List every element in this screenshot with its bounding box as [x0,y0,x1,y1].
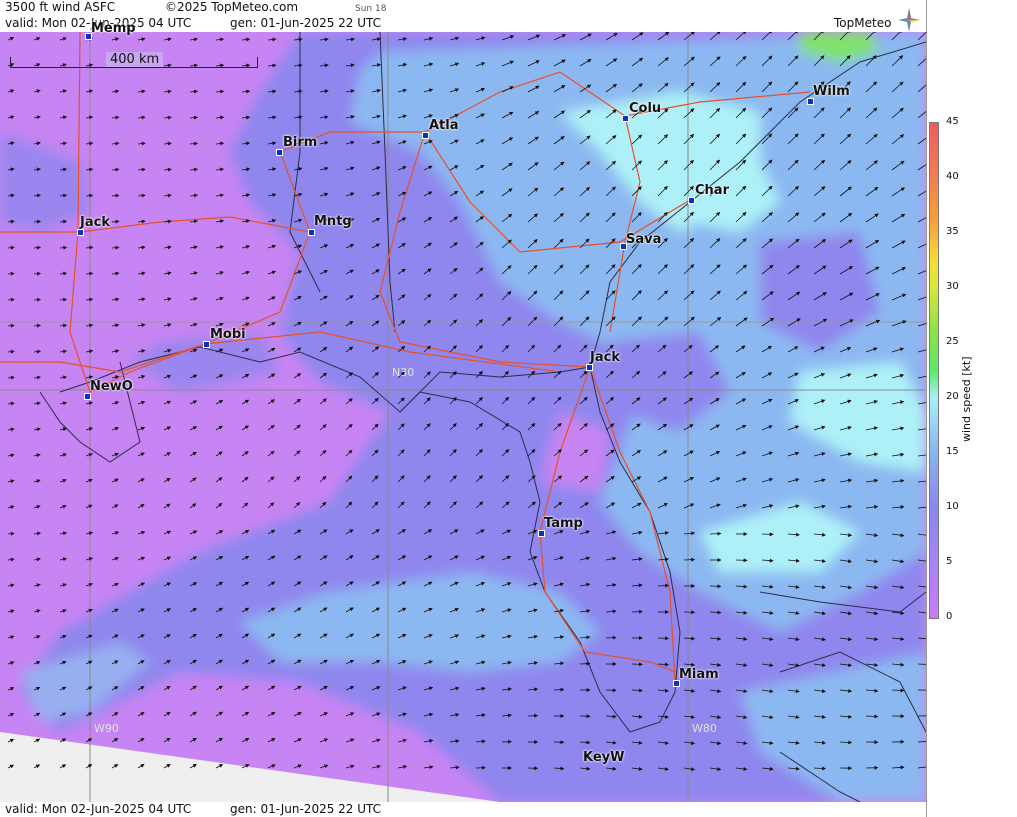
product-title: 3500 ft wind ASFC [5,0,116,14]
color-scale-bar [929,122,939,619]
compass-star-icon [898,8,920,32]
legend-unit-label: wind speed [kt] [960,356,973,443]
city-marker [77,229,84,236]
city-atla[interactable]: Atla [429,118,459,133]
city-tamp[interactable]: Tamp [544,516,583,531]
city-marker [538,530,545,537]
logo-text: TopMeteo [834,16,892,30]
lon-label-w80: W80 [692,722,717,735]
legend-tick: 20 [946,391,959,402]
legend-tick: 40 [946,171,959,182]
wind-arrow [657,583,670,588]
gen-time: gen: 01-Jun-2025 22 UTC [230,16,382,30]
wind-arrow [631,609,643,614]
city-marker [84,393,91,400]
sun-label: Sun 18 [355,4,387,14]
city-marker [622,115,629,122]
city-keyw[interactable]: KeyW [583,750,624,765]
footer-gen-time: gen: 01-Jun-2025 22 UTC [230,802,382,816]
city-jack-ms[interactable]: Jack [80,215,110,230]
wind-arrow [553,687,565,692]
scale-bar-label: 400 km [106,52,164,67]
legend-tick: 35 [946,226,959,237]
city-jack-fl[interactable]: Jack [590,350,620,365]
legend-tick: 0 [946,611,953,622]
legend-tick: 5 [946,556,953,567]
city-sava[interactable]: Sava [626,232,661,247]
footer-bar: valid: Mon 02-Jun-2025 04 UTC gen: 01-Ju… [0,802,926,817]
city-marker [203,341,210,348]
wind-arrow [709,531,722,536]
city-newo[interactable]: NewO [90,379,133,394]
city-marker [807,98,814,105]
wind-arrow [605,635,617,640]
legend-tick: 25 [946,336,959,347]
city-mntg[interactable]: Mntg [314,214,352,229]
legend-tick: 45 [946,116,959,127]
wind-arrow [579,661,591,666]
legend-tick: 30 [946,281,959,292]
city-marker [276,149,283,156]
city-memp[interactable]: Memp [91,21,136,36]
city-birm[interactable]: Birm [283,135,317,150]
city-marker [308,229,315,236]
copyright-text: ©2025 TopMeteo.com [165,0,299,14]
city-marker [688,197,695,204]
lon-label-w90: W90 [94,722,119,735]
legend-tick: 10 [946,501,959,512]
city-char[interactable]: Char [695,183,729,198]
city-miam[interactable]: Miam [679,667,719,682]
city-marker [586,364,593,371]
city-marker [422,132,429,139]
wind-map: N30 W90 W80 [0,32,926,802]
footer-valid-time: valid: Mon 02-Jun-2025 04 UTC [5,802,192,816]
city-mobi[interactable]: Mobi [210,327,246,342]
city-wilm[interactable]: Wilm [813,84,850,99]
legend-tick: 15 [946,446,959,457]
wind-arrow [683,557,696,562]
lat-label: N30 [392,366,414,379]
city-colu[interactable]: Colu [629,101,661,116]
header-bar: 3500 ft wind ASFC ©2025 TopMeteo.com Sun… [0,0,926,32]
